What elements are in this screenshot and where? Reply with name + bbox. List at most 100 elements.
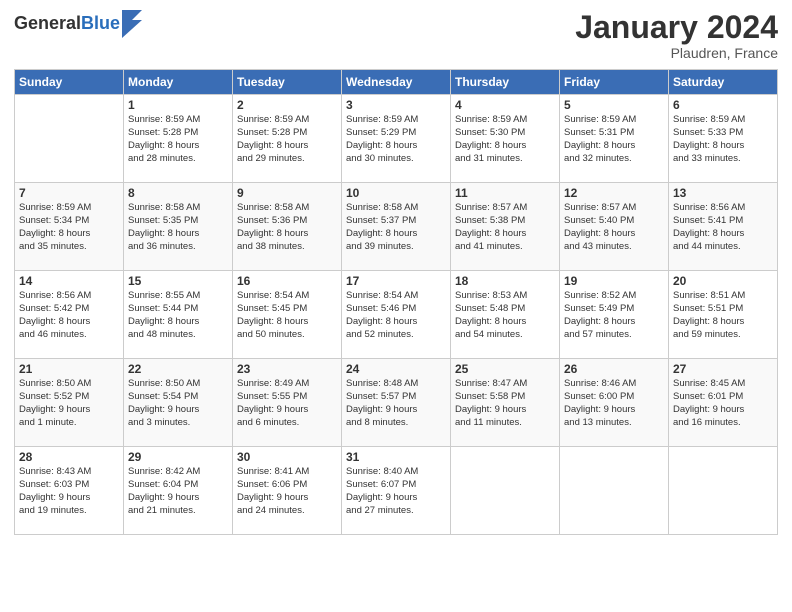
day-number: 23 (237, 362, 337, 376)
calendar-cell: 8 Sunrise: 8:58 AMSunset: 5:35 PMDaylight… (124, 183, 233, 271)
cell-content: Sunrise: 8:50 AMSunset: 5:54 PMDaylight:… (128, 378, 228, 429)
page: GeneralBlue January 2024 Plaudren, Franc… (0, 0, 792, 612)
cell-content: Sunrise: 8:54 AMSunset: 5:46 PMDaylight:… (346, 290, 446, 341)
day-number: 1 (128, 98, 228, 112)
day-number: 14 (19, 274, 119, 288)
day-number: 10 (346, 186, 446, 200)
calendar-cell: 9 Sunrise: 8:58 AMSunset: 5:36 PMDaylight… (233, 183, 342, 271)
day-number: 27 (673, 362, 773, 376)
day-number: 12 (564, 186, 664, 200)
calendar-cell: 21Sunrise: 8:50 AMSunset: 5:52 PMDayligh… (15, 359, 124, 447)
cell-content: Sunrise: 8:59 AMSunset: 5:31 PMDaylight:… (564, 114, 664, 165)
cell-content: Sunrise: 8:57 AMSunset: 5:38 PMDaylight:… (455, 202, 555, 253)
cell-content: Sunrise: 8:59 AMSunset: 5:33 PMDaylight:… (673, 114, 773, 165)
cell-content: Sunrise: 8:42 AMSunset: 6:04 PMDaylight:… (128, 466, 228, 517)
cell-content: Sunrise: 8:54 AMSunset: 5:45 PMDaylight:… (237, 290, 337, 341)
cell-content: Sunrise: 8:59 AMSunset: 5:28 PMDaylight:… (128, 114, 228, 165)
calendar-cell: 5 Sunrise: 8:59 AMSunset: 5:31 PMDaylight… (560, 95, 669, 183)
logo-text: GeneralBlue (14, 14, 120, 34)
calendar-cell: 14 Sunrise: 8:56 AMSunset: 5:42 PMDayligh… (15, 271, 124, 359)
day-number: 9 (237, 186, 337, 200)
logo-general: GeneralBlue (14, 14, 120, 34)
day-number: 15 (128, 274, 228, 288)
calendar-cell: 31 Sunrise: 8:40 AMSunset: 6:07 PMDayligh… (342, 447, 451, 535)
day-number: 5 (564, 98, 664, 112)
calendar-cell: 1 Sunrise: 8:59 AMSunset: 5:28 PMDaylight… (124, 95, 233, 183)
cell-content: Sunrise: 8:59 AMSunset: 5:30 PMDaylight:… (455, 114, 555, 165)
week-row-1: 1 Sunrise: 8:59 AMSunset: 5:28 PMDaylight… (15, 95, 778, 183)
calendar-cell: 3 Sunrise: 8:59 AMSunset: 5:29 PMDaylight… (342, 95, 451, 183)
calendar-cell: 22 Sunrise: 8:50 AMSunset: 5:54 PMDayligh… (124, 359, 233, 447)
day-number: 28 (19, 450, 119, 464)
calendar-cell: 13 Sunrise: 8:56 AMSunset: 5:41 PMDayligh… (669, 183, 778, 271)
day-header-saturday: Saturday (669, 70, 778, 95)
day-header-friday: Friday (560, 70, 669, 95)
day-number: 20 (673, 274, 773, 288)
calendar-cell: 2Sunrise: 8:59 AMSunset: 5:28 PMDaylight… (233, 95, 342, 183)
cell-content: Sunrise: 8:57 AMSunset: 5:40 PMDaylight:… (564, 202, 664, 253)
cell-content: Sunrise: 8:59 AMSunset: 5:28 PMDaylight:… (237, 114, 337, 165)
cell-content: Sunrise: 8:50 AMSunset: 5:52 PMDaylight:… (19, 378, 119, 429)
calendar-cell: 20 Sunrise: 8:51 AMSunset: 5:51 PMDayligh… (669, 271, 778, 359)
cell-content: Sunrise: 8:43 AMSunset: 6:03 PMDaylight:… (19, 466, 119, 517)
cell-content: Sunrise: 8:41 AMSunset: 6:06 PMDaylight:… (237, 466, 337, 517)
week-row-5: 28 Sunrise: 8:43 AMSunset: 6:03 PMDayligh… (15, 447, 778, 535)
day-number: 13 (673, 186, 773, 200)
calendar-cell: 24Sunrise: 8:48 AMSunset: 5:57 PMDayligh… (342, 359, 451, 447)
calendar-cell (15, 95, 124, 183)
day-number: 26 (564, 362, 664, 376)
calendar-cell: 18 Sunrise: 8:53 AMSunset: 5:48 PMDayligh… (451, 271, 560, 359)
cell-content: Sunrise: 8:47 AMSunset: 5:58 PMDaylight:… (455, 378, 555, 429)
day-header-tuesday: Tuesday (233, 70, 342, 95)
calendar-table: SundayMondayTuesdayWednesdayThursdayFrid… (14, 69, 778, 535)
day-number: 29 (128, 450, 228, 464)
day-number: 7 (19, 186, 119, 200)
day-number: 30 (237, 450, 337, 464)
title-block: January 2024 Plaudren, France (575, 10, 778, 61)
calendar-cell: 11Sunrise: 8:57 AMSunset: 5:38 PMDayligh… (451, 183, 560, 271)
header-row: SundayMondayTuesdayWednesdayThursdayFrid… (15, 70, 778, 95)
calendar-cell: 10Sunrise: 8:58 AMSunset: 5:37 PMDayligh… (342, 183, 451, 271)
month-title: January 2024 (575, 10, 778, 45)
calendar-cell: 15 Sunrise: 8:55 AMSunset: 5:44 PMDayligh… (124, 271, 233, 359)
day-number: 25 (455, 362, 555, 376)
cell-content: Sunrise: 8:53 AMSunset: 5:48 PMDaylight:… (455, 290, 555, 341)
calendar-cell: 27Sunrise: 8:45 AMSunset: 6:01 PMDayligh… (669, 359, 778, 447)
location: Plaudren, France (575, 45, 778, 61)
day-number: 3 (346, 98, 446, 112)
calendar-cell (669, 447, 778, 535)
day-number: 22 (128, 362, 228, 376)
cell-content: Sunrise: 8:59 AMSunset: 5:34 PMDaylight:… (19, 202, 119, 253)
cell-content: Sunrise: 8:59 AMSunset: 5:29 PMDaylight:… (346, 114, 446, 165)
cell-content: Sunrise: 8:56 AMSunset: 5:41 PMDaylight:… (673, 202, 773, 253)
day-header-sunday: Sunday (15, 70, 124, 95)
calendar-cell: 7 Sunrise: 8:59 AMSunset: 5:34 PMDaylight… (15, 183, 124, 271)
cell-content: Sunrise: 8:58 AMSunset: 5:35 PMDaylight:… (128, 202, 228, 253)
week-row-2: 7 Sunrise: 8:59 AMSunset: 5:34 PMDaylight… (15, 183, 778, 271)
day-number: 19 (564, 274, 664, 288)
calendar-cell: 19 Sunrise: 8:52 AMSunset: 5:49 PMDayligh… (560, 271, 669, 359)
calendar-cell: 28 Sunrise: 8:43 AMSunset: 6:03 PMDayligh… (15, 447, 124, 535)
day-number: 8 (128, 186, 228, 200)
cell-content: Sunrise: 8:49 AMSunset: 5:55 PMDaylight:… (237, 378, 337, 429)
cell-content: Sunrise: 8:55 AMSunset: 5:44 PMDaylight:… (128, 290, 228, 341)
logo-icon (122, 10, 142, 38)
cell-content: Sunrise: 8:51 AMSunset: 5:51 PMDaylight:… (673, 290, 773, 341)
cell-content: Sunrise: 8:48 AMSunset: 5:57 PMDaylight:… (346, 378, 446, 429)
day-number: 17 (346, 274, 446, 288)
calendar-cell: 29 Sunrise: 8:42 AMSunset: 6:04 PMDayligh… (124, 447, 233, 535)
week-row-4: 21Sunrise: 8:50 AMSunset: 5:52 PMDayligh… (15, 359, 778, 447)
cell-content: Sunrise: 8:58 AMSunset: 5:36 PMDaylight:… (237, 202, 337, 253)
cell-content: Sunrise: 8:40 AMSunset: 6:07 PMDaylight:… (346, 466, 446, 517)
calendar-cell: 26Sunrise: 8:46 AMSunset: 6:00 PMDayligh… (560, 359, 669, 447)
cell-content: Sunrise: 8:52 AMSunset: 5:49 PMDaylight:… (564, 290, 664, 341)
day-number: 31 (346, 450, 446, 464)
calendar-cell: 6Sunrise: 8:59 AMSunset: 5:33 PMDaylight… (669, 95, 778, 183)
calendar-cell: 17 Sunrise: 8:54 AMSunset: 5:46 PMDayligh… (342, 271, 451, 359)
calendar-cell: 30 Sunrise: 8:41 AMSunset: 6:06 PMDayligh… (233, 447, 342, 535)
calendar-cell (560, 447, 669, 535)
week-row-3: 14 Sunrise: 8:56 AMSunset: 5:42 PMDayligh… (15, 271, 778, 359)
calendar-cell (451, 447, 560, 535)
day-number: 18 (455, 274, 555, 288)
cell-content: Sunrise: 8:56 AMSunset: 5:42 PMDaylight:… (19, 290, 119, 341)
